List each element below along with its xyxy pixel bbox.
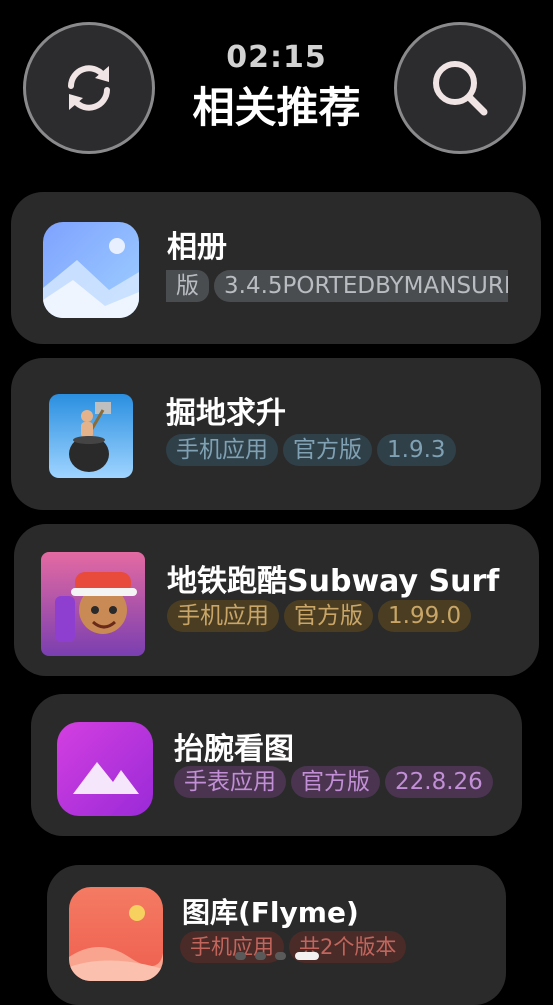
tag-version: 1.99.0 (378, 600, 472, 632)
page-dot (274, 952, 286, 960)
app-name: 图库(Flyme) (182, 896, 359, 929)
app-name: 相册 (167, 230, 227, 265)
getting-over-it-icon (49, 394, 133, 478)
gallery-icon (43, 222, 139, 318)
app-name: 掘地求升 (166, 396, 286, 431)
tag-edition: 官方版 (284, 600, 373, 632)
tag-version: 22.8.26 (385, 766, 493, 798)
search-button[interactable] (394, 22, 526, 154)
app-card-subway-surf[interactable]: 地铁跑酷Subway Surf 手机应用 官方版 1.99.0 (14, 524, 539, 676)
app-card-getting-over-it[interactable]: 掘地求升 手机应用 官方版 1.9.3 (11, 358, 541, 510)
page-indicator (0, 952, 553, 960)
app-card-flyme-gallery[interactable]: 图库(Flyme) 手机应用 共2个版本 (47, 865, 506, 1005)
page-dot (234, 952, 246, 960)
tag-list: 版 3.4.5PORTEDBYMANSURN (166, 270, 508, 302)
tag-edition: 版 (166, 270, 209, 302)
page-dot (254, 952, 266, 960)
tag-list: 手机应用 官方版 1.99.0 (167, 600, 472, 632)
page-dot-active (294, 952, 319, 960)
tag-version: 3.4.5PORTEDBYMANSURN (214, 270, 508, 302)
app-name: 地铁跑酷Subway Surf (167, 564, 500, 599)
app-card-wrist-viewer[interactable]: 抬腕看图 手表应用 官方版 22.8.26 (31, 694, 522, 836)
tag-list: 手机应用 官方版 1.9.3 (166, 434, 456, 466)
tag-version: 1.9.3 (377, 434, 456, 466)
app-name: 抬腕看图 (174, 732, 294, 767)
tag-edition: 官方版 (291, 766, 380, 798)
tag-platform: 手机应用 (166, 434, 278, 466)
subway-surfers-icon (41, 552, 145, 656)
mountain-icon (57, 722, 153, 816)
search-icon (433, 61, 488, 116)
tag-platform: 手机应用 (167, 600, 279, 632)
tag-edition: 官方版 (283, 434, 372, 466)
tag-platform: 手表应用 (174, 766, 286, 798)
flyme-gallery-icon (69, 887, 163, 981)
app-card-gallery[interactable]: 相册 版 3.4.5PORTEDBYMANSURN (11, 192, 541, 344)
tag-list: 手表应用 官方版 22.8.26 (174, 766, 493, 798)
